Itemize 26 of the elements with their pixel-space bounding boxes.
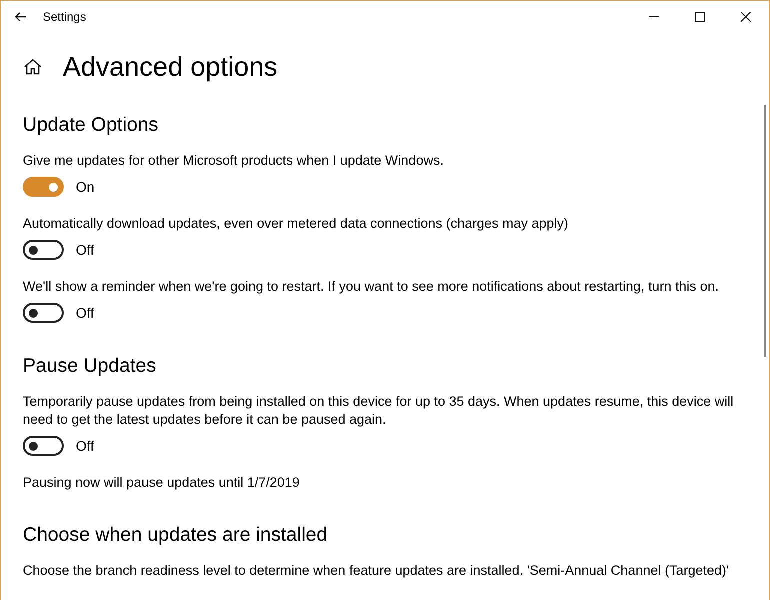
setting-label: We'll show a reminder when we're going to restart. If you want to see more notifications about restarting, turn this on. (23, 278, 720, 296)
setting-label: Give me updates for other Microsoft products when I update Windows. (23, 152, 445, 170)
toggle-state-text: Off (76, 305, 94, 321)
setting-label: Temporarily pause updates from being installed on this device for up to 35 days. When updates resume, this device will need to get the latest updates before it can be paused again. (23, 393, 735, 429)
toggle-switch[interactable] (23, 303, 64, 323)
page-title: Advanced options (63, 52, 278, 82)
toggle-state-text: On (76, 179, 95, 195)
info-text: Choose the branch readiness level to determine when feature updates are installed. 'Semi-Annual Channel (Targeted)' (23, 562, 730, 580)
section-heading: Choose when updates are installed (23, 523, 329, 548)
toggle-state-text: Off (76, 438, 94, 454)
info-text: Pausing now will pause updates until 1/7/2019 (23, 474, 301, 492)
home-button[interactable] (23, 57, 43, 77)
maximize-icon (695, 12, 705, 22)
toggle-switch[interactable] (23, 436, 64, 456)
minimize-icon (649, 16, 659, 17)
scrollbar-thumb[interactable] (764, 105, 766, 357)
section-heading: Pause Updates (23, 354, 158, 379)
toggle-switch[interactable] (23, 240, 64, 260)
toggle-switch[interactable] (23, 177, 64, 197)
back-arrow-icon (15, 12, 27, 22)
window-title: Settings (43, 10, 88, 24)
close-icon (741, 12, 751, 22)
setting-label: Automatically download updates, even over metered data connections (charges may apply) (23, 215, 570, 233)
toggle-state-text: Off (76, 242, 94, 258)
section-heading: Update Options (23, 113, 160, 138)
home-icon (23, 57, 43, 77)
